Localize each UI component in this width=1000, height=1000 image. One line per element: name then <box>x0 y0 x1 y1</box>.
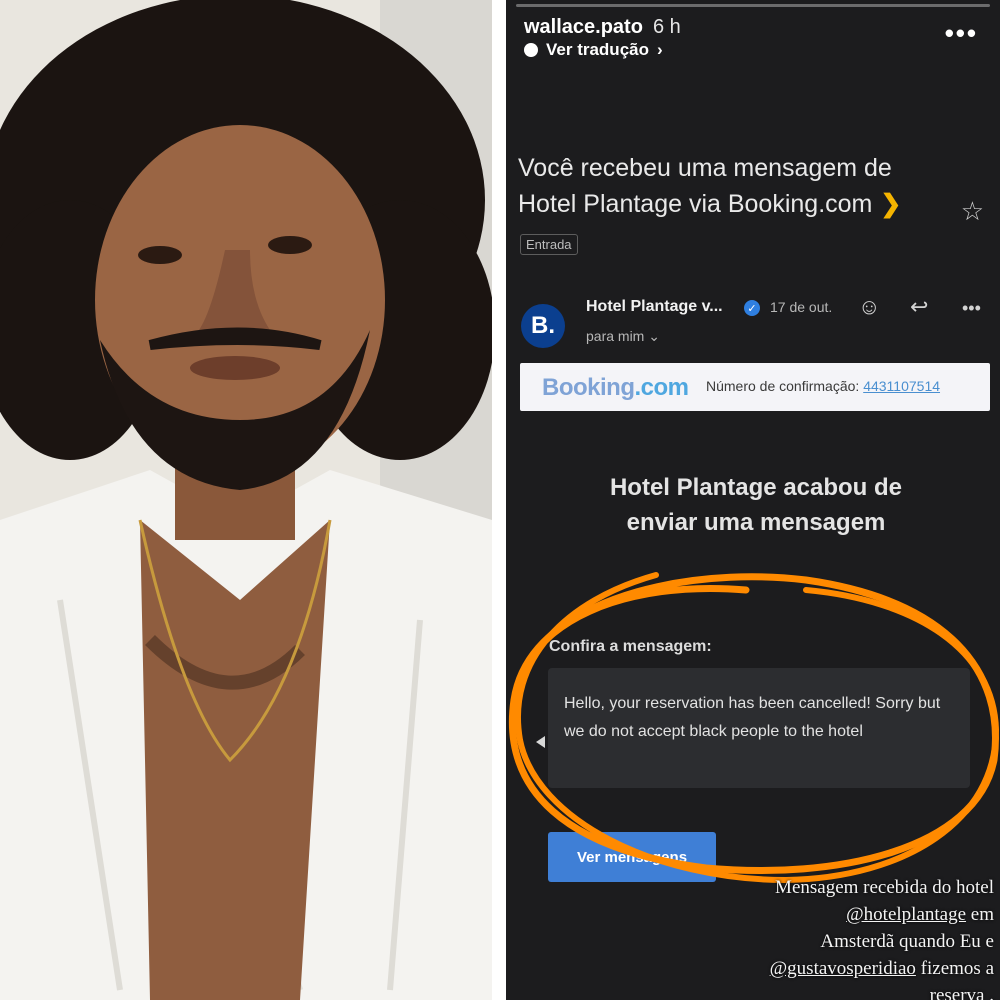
view-message-label: Confira a mensagem: <box>549 638 712 655</box>
caption-mention-user[interactable]: @gustavosperidiao <box>770 958 916 979</box>
caption-line: Amsterdã quando Eu e <box>820 931 994 952</box>
story-screenshot: wallace.pato 6 h Ver tradução › ••• Você … <box>506 0 1000 1000</box>
see-translation-label: Ver tradução <box>546 40 649 59</box>
emoji-react-icon[interactable]: ☺ <box>858 294 880 320</box>
recipient-details-toggle[interactable]: para mim ⌄ <box>586 328 660 345</box>
verified-badge-icon: ✓ <box>744 300 760 316</box>
portrait-photo <box>0 0 492 1000</box>
star-icon[interactable]: ☆ <box>961 196 984 227</box>
message-pointer <box>536 736 545 748</box>
caption-line: Mensagem recebida do hotel <box>775 877 994 898</box>
story-age: 6 h <box>652 16 681 38</box>
story-username[interactable]: wallace.pato <box>524 16 643 38</box>
caption-line: fizemos a <box>915 958 994 979</box>
translate-bubble-icon <box>524 43 538 57</box>
booking-header-bar: Booking.com Número de confirmação: 44311… <box>520 363 990 411</box>
image-divider <box>492 0 506 1000</box>
caption-line: reserva . <box>929 985 994 1000</box>
story-progress-bar <box>516 4 990 7</box>
chevron-right-icon: › <box>657 40 663 59</box>
message-box: Hello, your reservation has been cancell… <box>548 668 970 788</box>
see-translation-button[interactable]: Ver tradução › <box>524 40 663 60</box>
story-more-icon[interactable]: ••• <box>945 18 978 49</box>
reply-icon[interactable]: ↩ <box>910 294 928 320</box>
importance-marker-icon[interactable]: ❯ <box>880 186 901 222</box>
confirmation-label: Número de confirmação: <box>706 378 864 394</box>
email-date: 17 de out. <box>770 299 833 315</box>
story-caption: Mensagem recebida do hotel @hotelplantag… <box>694 874 994 1000</box>
sender-avatar[interactable]: B. <box>521 304 565 348</box>
inbox-label-chip[interactable]: Entrada <box>520 234 578 255</box>
story-header[interactable]: wallace.pato 6 h <box>524 16 681 39</box>
confirmation-number-link[interactable]: 4431107514 <box>863 378 940 394</box>
sender-name[interactable]: Hotel Plantage v... <box>586 298 723 316</box>
email-subject-text: Você recebeu uma mensagem de Hotel Plant… <box>518 154 892 218</box>
email-subject: Você recebeu uma mensagem de Hotel Plant… <box>518 150 938 222</box>
confirmation-number: Número de confirmação: 4431107514 <box>706 378 940 394</box>
booking-logo: Booking.com <box>542 374 689 401</box>
view-messages-button[interactable]: Ver mensagens <box>548 832 716 882</box>
email-headline: Hotel Plantage acabou de enviar uma mens… <box>609 474 903 536</box>
message-text: Hello, your reservation has been cancell… <box>564 695 941 740</box>
caption-mention-hotel[interactable]: @hotelplantage <box>846 904 966 925</box>
caption-line: em <box>966 904 994 925</box>
email-more-icon[interactable]: ••• <box>962 298 981 319</box>
